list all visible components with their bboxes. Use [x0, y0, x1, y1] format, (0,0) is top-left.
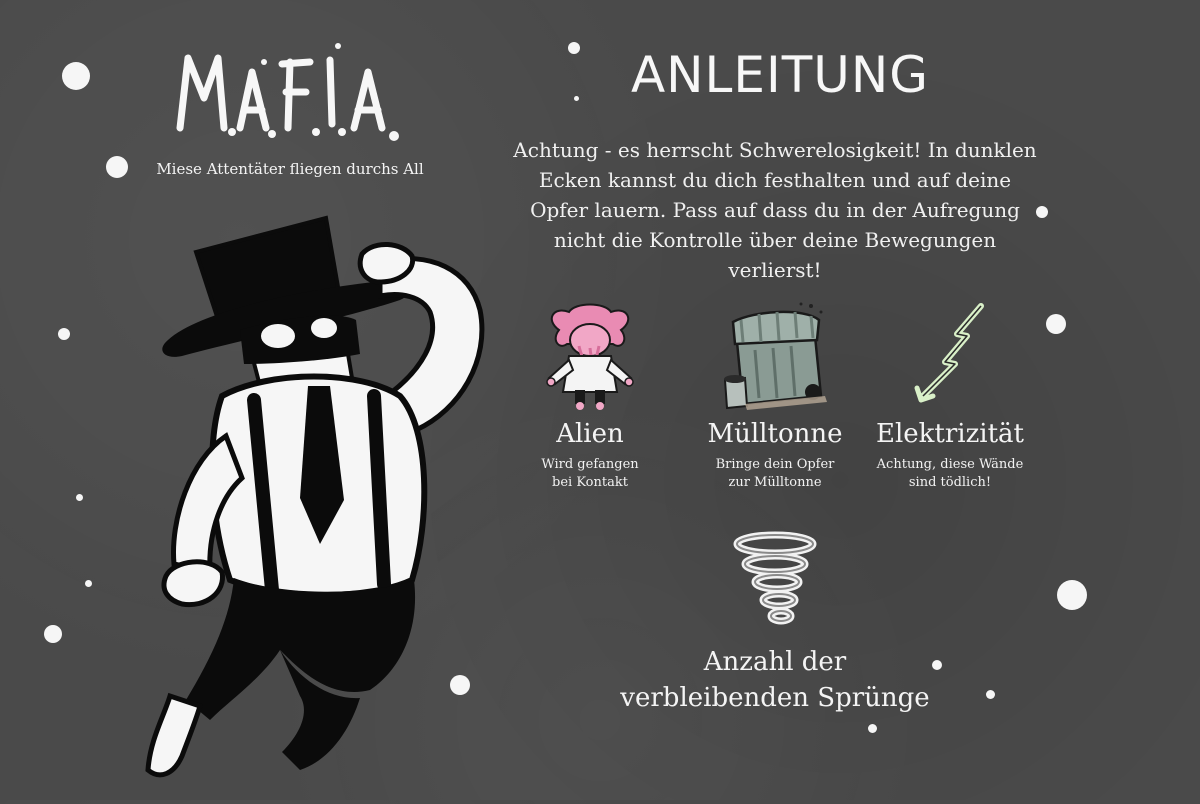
hint-electricity-desc: Achtung, diese Wände sind tödlich!: [865, 456, 1035, 492]
background-dot: [1046, 314, 1066, 334]
background-dot: [1057, 580, 1087, 610]
background-dot: [986, 690, 995, 699]
game-instructions-screen: Miese Attentäter fliegen durchs All ANLE…: [0, 0, 1200, 800]
hint-trash-bin: Mülltonne Bringe dein Opfer zur Mülltonn…: [695, 300, 855, 492]
background-dot: [85, 580, 92, 587]
hint-alien: Alien Wird gefangen bei Kontakt: [520, 300, 660, 492]
instructions-heading-text: ANLEITUNG: [631, 46, 929, 104]
hint-trash-bin-desc-line2: zur Mülltonne: [728, 475, 822, 490]
background-dot: [62, 62, 90, 90]
hint-alien-desc: Wird gefangen bei Kontakt: [520, 456, 660, 492]
hint-trash-bin-desc-line1: Bringe dein Opfer: [715, 457, 835, 472]
hint-electricity: Elektrizität Achtung, diese Wände sind t…: [865, 300, 1035, 492]
hint-trash-bin-desc: Bringe dein Opfer zur Mülltonne: [695, 456, 855, 492]
instructions-intro-text: Achtung - es herrscht Schwerelosigkeit! …: [513, 138, 1037, 282]
game-subtitle: Miese Attentäter fliegen durchs All: [156, 160, 424, 178]
background-dot: [76, 494, 83, 501]
instructions-heading-art: ANLEITUNG: [631, 46, 929, 104]
hint-trash-bin-title: Mülltonne: [707, 419, 843, 449]
hint-electricity-desc-line1: Achtung, diese Wände: [876, 457, 1024, 472]
hint-electricity-title: Elektrizität: [875, 419, 1025, 449]
background-dot: [574, 96, 579, 101]
remaining-jumps-hint: Anzahl der verbleibenden Sprünge: [600, 530, 950, 716]
mafia-character-illustration: [130, 200, 520, 800]
background-dot: [44, 625, 62, 643]
remaining-jumps-line2: verbleibenden Sprünge: [620, 683, 930, 713]
lightning-icon: [914, 303, 984, 403]
hint-alien-title: Alien: [556, 419, 624, 449]
tornado-icon: [733, 531, 817, 625]
remaining-jumps-label: Anzahl der verbleibenden Sprünge: [600, 644, 950, 716]
background-dot: [106, 156, 128, 178]
mafia-character-art: [145, 215, 485, 778]
background-dot: [868, 724, 877, 733]
game-logo-art: [176, 43, 399, 141]
hint-alien-desc-line2: bei Kontakt: [552, 475, 628, 490]
trash-bin-icon: [723, 302, 827, 410]
background-dot: [568, 42, 580, 54]
instructions-heading: ANLEITUNG: [620, 40, 940, 110]
background-dot: [58, 328, 70, 340]
hint-alien-desc-line1: Wird gefangen: [541, 457, 639, 472]
game-logo: [170, 40, 410, 150]
alien-icon: [546, 303, 634, 410]
hint-electricity-desc-line2: sind tödlich!: [908, 475, 992, 490]
remaining-jumps-line1: Anzahl der: [703, 647, 847, 677]
